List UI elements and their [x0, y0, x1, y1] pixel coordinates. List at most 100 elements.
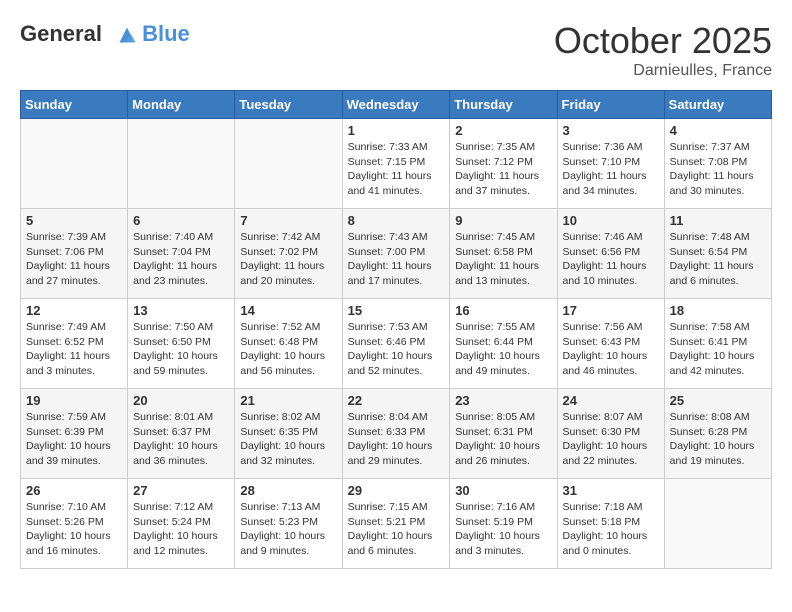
day-info: Sunrise: 8:08 AMSunset: 6:28 PMDaylight:… — [670, 410, 766, 469]
day-number: 2 — [455, 123, 551, 138]
day-info: Sunrise: 7:16 AMSunset: 5:19 PMDaylight:… — [455, 500, 551, 559]
day-number: 27 — [133, 483, 229, 498]
calendar-cell: 16 Sunrise: 7:55 AMSunset: 6:44 PMDayligh… — [450, 299, 557, 389]
title-block: October 2025 Darnieulles, France — [554, 20, 772, 80]
day-number: 31 — [563, 483, 659, 498]
calendar-cell — [664, 479, 771, 569]
day-number: 10 — [563, 213, 659, 228]
day-info: Sunrise: 7:55 AMSunset: 6:44 PMDaylight:… — [455, 320, 551, 379]
day-info: Sunrise: 7:39 AMSunset: 7:06 PMDaylight:… — [26, 230, 122, 289]
calendar-cell: 6Sunrise: 7:40 AMSunset: 7:04 PMDaylight… — [128, 209, 235, 299]
calendar-week-1: 1 Sunrise: 7:33 AMSunset: 7:15 PMDaylight… — [21, 119, 772, 209]
calendar-week-4: 19 Sunrise: 7:59 AMSunset: 6:39 PMDayligh… — [21, 389, 772, 479]
logo-blue: Blue — [142, 22, 190, 46]
day-info: Sunrise: 8:01 AMSunset: 6:37 PMDaylight:… — [133, 410, 229, 469]
day-number: 21 — [240, 393, 336, 408]
calendar-cell: 9 Sunrise: 7:45 AMSunset: 6:58 PMDaylight… — [450, 209, 557, 299]
day-number: 14 — [240, 303, 336, 318]
calendar-cell: 27 Sunrise: 7:12 AMSunset: 5:24 PMDayligh… — [128, 479, 235, 569]
day-info: Sunrise: 7:43 AMSunset: 7:00 PMDaylight:… — [348, 230, 445, 289]
day-number: 12 — [26, 303, 122, 318]
calendar-cell: 13Sunrise: 7:50 AMSunset: 6:50 PMDayligh… — [128, 299, 235, 389]
calendar-cell: 3 Sunrise: 7:36 AMSunset: 7:10 PMDaylight… — [557, 119, 664, 209]
day-number: 20 — [133, 393, 229, 408]
day-number: 3 — [563, 123, 659, 138]
day-number: 26 — [26, 483, 122, 498]
day-info: Sunrise: 7:52 AMSunset: 6:48 PMDaylight:… — [240, 320, 336, 379]
calendar-cell: 7Sunrise: 7:42 AMSunset: 7:02 PMDaylight… — [235, 209, 342, 299]
calendar-table: SundayMondayTuesdayWednesdayThursdayFrid… — [20, 90, 772, 569]
calendar-week-2: 5 Sunrise: 7:39 AMSunset: 7:06 PMDaylight… — [21, 209, 772, 299]
day-info: Sunrise: 7:36 AMSunset: 7:10 PMDaylight:… — [563, 140, 659, 199]
day-info: Sunrise: 7:53 AMSunset: 6:46 PMDaylight:… — [348, 320, 445, 379]
calendar-cell: 11Sunrise: 7:48 AMSunset: 6:54 PMDayligh… — [664, 209, 771, 299]
day-info: Sunrise: 7:49 AMSunset: 6:52 PMDaylight:… — [26, 320, 122, 379]
day-number: 22 — [348, 393, 445, 408]
day-info: Sunrise: 8:04 AMSunset: 6:33 PMDaylight:… — [348, 410, 445, 469]
calendar-cell — [235, 119, 342, 209]
day-number: 1 — [348, 123, 445, 138]
logo-icon — [112, 20, 142, 50]
calendar-cell: 30 Sunrise: 7:16 AMSunset: 5:19 PMDayligh… — [450, 479, 557, 569]
weekday-header-row: SundayMondayTuesdayWednesdayThursdayFrid… — [21, 91, 772, 119]
calendar-cell: 29 Sunrise: 7:15 AMSunset: 5:21 PMDayligh… — [342, 479, 450, 569]
calendar-cell: 22 Sunrise: 8:04 AMSunset: 6:33 PMDayligh… — [342, 389, 450, 479]
weekday-header-friday: Friday — [557, 91, 664, 119]
weekday-header-wednesday: Wednesday — [342, 91, 450, 119]
calendar-cell: 2 Sunrise: 7:35 AMSunset: 7:12 PMDaylight… — [450, 119, 557, 209]
day-number: 30 — [455, 483, 551, 498]
calendar-cell: 8Sunrise: 7:43 AMSunset: 7:00 PMDaylight… — [342, 209, 450, 299]
day-number: 24 — [563, 393, 659, 408]
day-number: 15 — [348, 303, 445, 318]
calendar-cell: 26 Sunrise: 7:10 AMSunset: 5:26 PMDayligh… — [21, 479, 128, 569]
calendar-cell: 1 Sunrise: 7:33 AMSunset: 7:15 PMDaylight… — [342, 119, 450, 209]
weekday-header-monday: Monday — [128, 91, 235, 119]
day-info: Sunrise: 8:05 AMSunset: 6:31 PMDaylight:… — [455, 410, 551, 469]
calendar-week-3: 12 Sunrise: 7:49 AMSunset: 6:52 PMDayligh… — [21, 299, 772, 389]
day-number: 6 — [133, 213, 229, 228]
day-info: Sunrise: 7:10 AMSunset: 5:26 PMDaylight:… — [26, 500, 122, 559]
day-number: 5 — [26, 213, 122, 228]
calendar-cell — [128, 119, 235, 209]
calendar-body: 1 Sunrise: 7:33 AMSunset: 7:15 PMDaylight… — [21, 119, 772, 569]
day-info: Sunrise: 7:37 AMSunset: 7:08 PMDaylight:… — [670, 140, 766, 199]
day-info: Sunrise: 7:58 AMSunset: 6:41 PMDaylight:… — [670, 320, 766, 379]
day-info: Sunrise: 7:59 AMSunset: 6:39 PMDaylight:… — [26, 410, 122, 469]
day-info: Sunrise: 7:45 AMSunset: 6:58 PMDaylight:… — [455, 230, 551, 289]
calendar-cell: 19 Sunrise: 7:59 AMSunset: 6:39 PMDayligh… — [21, 389, 128, 479]
calendar-cell: 14 Sunrise: 7:52 AMSunset: 6:48 PMDayligh… — [235, 299, 342, 389]
day-number: 25 — [670, 393, 766, 408]
day-number: 23 — [455, 393, 551, 408]
logo: General Blue — [20, 20, 190, 50]
day-number: 29 — [348, 483, 445, 498]
day-number: 7 — [240, 213, 336, 228]
day-number: 19 — [26, 393, 122, 408]
day-info: Sunrise: 7:56 AMSunset: 6:43 PMDaylight:… — [563, 320, 659, 379]
calendar-cell: 20 Sunrise: 8:01 AMSunset: 6:37 PMDayligh… — [128, 389, 235, 479]
day-info: Sunrise: 7:13 AMSunset: 5:23 PMDaylight:… — [240, 500, 336, 559]
calendar-cell: 25 Sunrise: 8:08 AMSunset: 6:28 PMDayligh… — [664, 389, 771, 479]
day-info: Sunrise: 7:15 AMSunset: 5:21 PMDaylight:… — [348, 500, 445, 559]
day-info: Sunrise: 8:02 AMSunset: 6:35 PMDaylight:… — [240, 410, 336, 469]
logo-general: General — [20, 21, 102, 46]
day-info: Sunrise: 7:12 AMSunset: 5:24 PMDaylight:… — [133, 500, 229, 559]
day-info: Sunrise: 7:48 AMSunset: 6:54 PMDaylight:… — [670, 230, 766, 289]
calendar-cell: 21 Sunrise: 8:02 AMSunset: 6:35 PMDayligh… — [235, 389, 342, 479]
day-info: Sunrise: 7:35 AMSunset: 7:12 PMDaylight:… — [455, 140, 551, 199]
day-number: 28 — [240, 483, 336, 498]
calendar-cell: 18Sunrise: 7:58 AMSunset: 6:41 PMDayligh… — [664, 299, 771, 389]
calendar-cell: 28 Sunrise: 7:13 AMSunset: 5:23 PMDayligh… — [235, 479, 342, 569]
day-info: Sunrise: 8:07 AMSunset: 6:30 PMDaylight:… — [563, 410, 659, 469]
day-info: Sunrise: 7:33 AMSunset: 7:15 PMDaylight:… — [348, 140, 445, 199]
day-number: 17 — [563, 303, 659, 318]
day-number: 9 — [455, 213, 551, 228]
day-number: 13 — [133, 303, 229, 318]
calendar-week-5: 26 Sunrise: 7:10 AMSunset: 5:26 PMDayligh… — [21, 479, 772, 569]
day-number: 16 — [455, 303, 551, 318]
day-info: Sunrise: 7:18 AMSunset: 5:18 PMDaylight:… — [563, 500, 659, 559]
month-title: October 2025 — [554, 20, 772, 62]
calendar-cell: 17 Sunrise: 7:56 AMSunset: 6:43 PMDayligh… — [557, 299, 664, 389]
calendar-cell: 31 Sunrise: 7:18 AMSunset: 5:18 PMDayligh… — [557, 479, 664, 569]
calendar-cell — [21, 119, 128, 209]
weekday-header-tuesday: Tuesday — [235, 91, 342, 119]
